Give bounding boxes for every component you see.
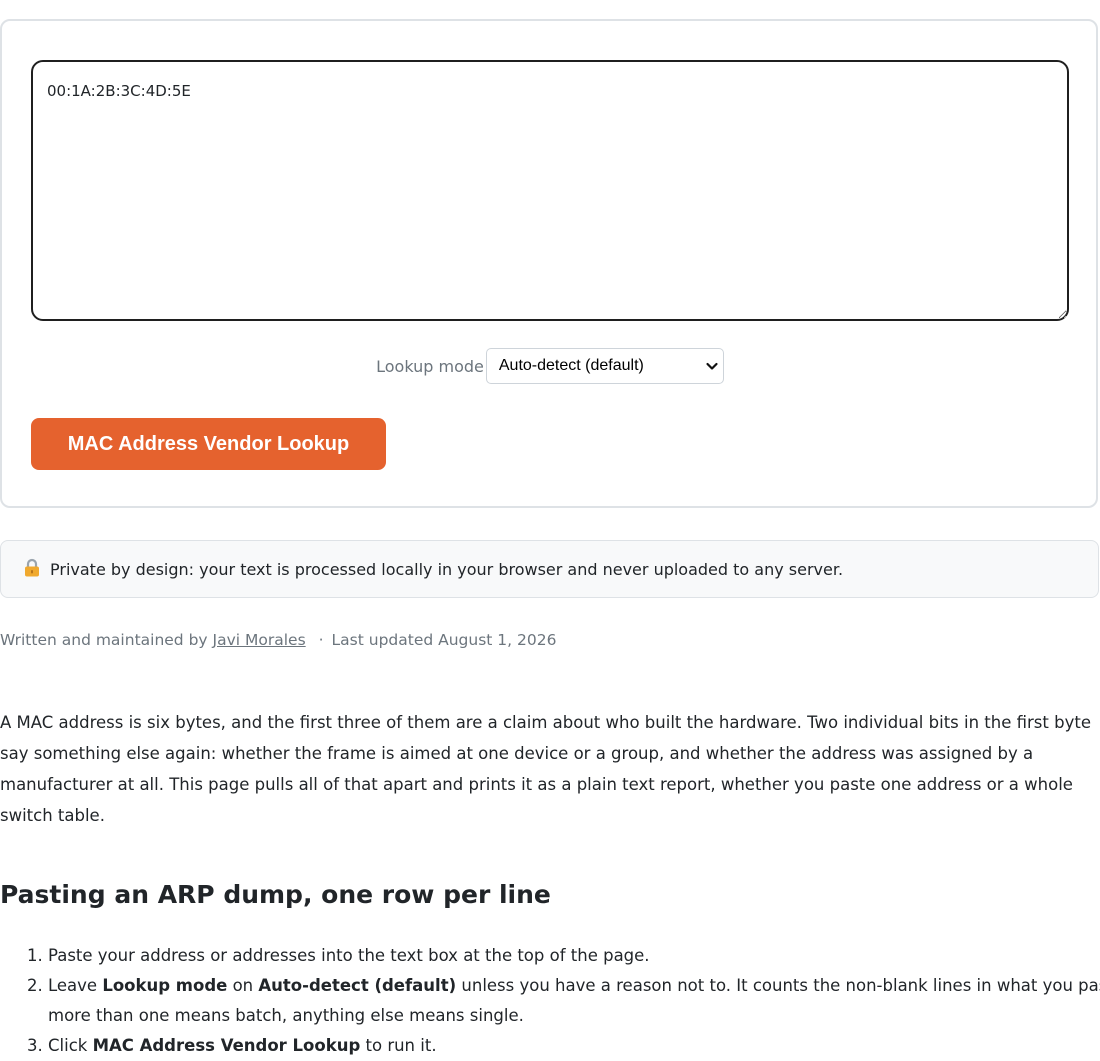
section-title: Pasting an ARP dump, one row per line — [0, 880, 551, 909]
lookup-mode-row: Lookup mode Auto-detect (default) — [0, 347, 1100, 385]
lookup-mode-selected-value: Auto-detect (default) — [498, 357, 644, 374]
lookup-mode-select[interactable]: Auto-detect (default) — [485, 348, 724, 384]
list-item: Click MAC Address Vendor Lookup to run i… — [48, 1031, 1100, 1061]
list-item: Leave Lookup mode on Auto-detect (defaul… — [48, 971, 1100, 1031]
intro-paragraph: A MAC address is six bytes, and the firs… — [0, 713, 1091, 825]
last-updated: Last updated August 1, 2026 — [331, 631, 557, 649]
step-text: Leave — [48, 976, 103, 995]
chevron-down-icon — [706, 362, 718, 370]
byline: Written and maintained by Javi Morales ·… — [0, 631, 556, 649]
step-text: Paste your address or addresses into the… — [48, 946, 650, 965]
privacy-text: Private by design: your text is processe… — [50, 559, 844, 579]
author-link[interactable]: Javi Morales — [213, 631, 306, 649]
button-term: MAC Address Vendor Lookup — [92, 1036, 361, 1055]
auto-detect-term: Auto-detect (default) — [258, 976, 457, 995]
list-item: Paste your address or addresses into the… — [48, 941, 1100, 971]
lookup-mode-term: Lookup mode — [102, 976, 228, 995]
lock-icon — [25, 558, 39, 577]
privacy-notice: Private by design: your text is processe… — [0, 540, 1099, 598]
step-text: to run it. — [360, 1036, 437, 1055]
step-text: on — [227, 976, 259, 995]
lookup-button[interactable]: MAC Address Vendor Lookup — [31, 418, 386, 470]
step-text: Click — [48, 1036, 93, 1055]
lookup-mode-label: Lookup mode — [376, 356, 484, 376]
byline-separator: · — [318, 631, 324, 649]
steps-list: Paste your address or addresses into the… — [0, 941, 1100, 1061]
byline-prefix: Written and maintained by — [0, 631, 208, 649]
mac-address-input[interactable]: 00:1A:2B:3C:4D:5E — [31, 60, 1069, 321]
